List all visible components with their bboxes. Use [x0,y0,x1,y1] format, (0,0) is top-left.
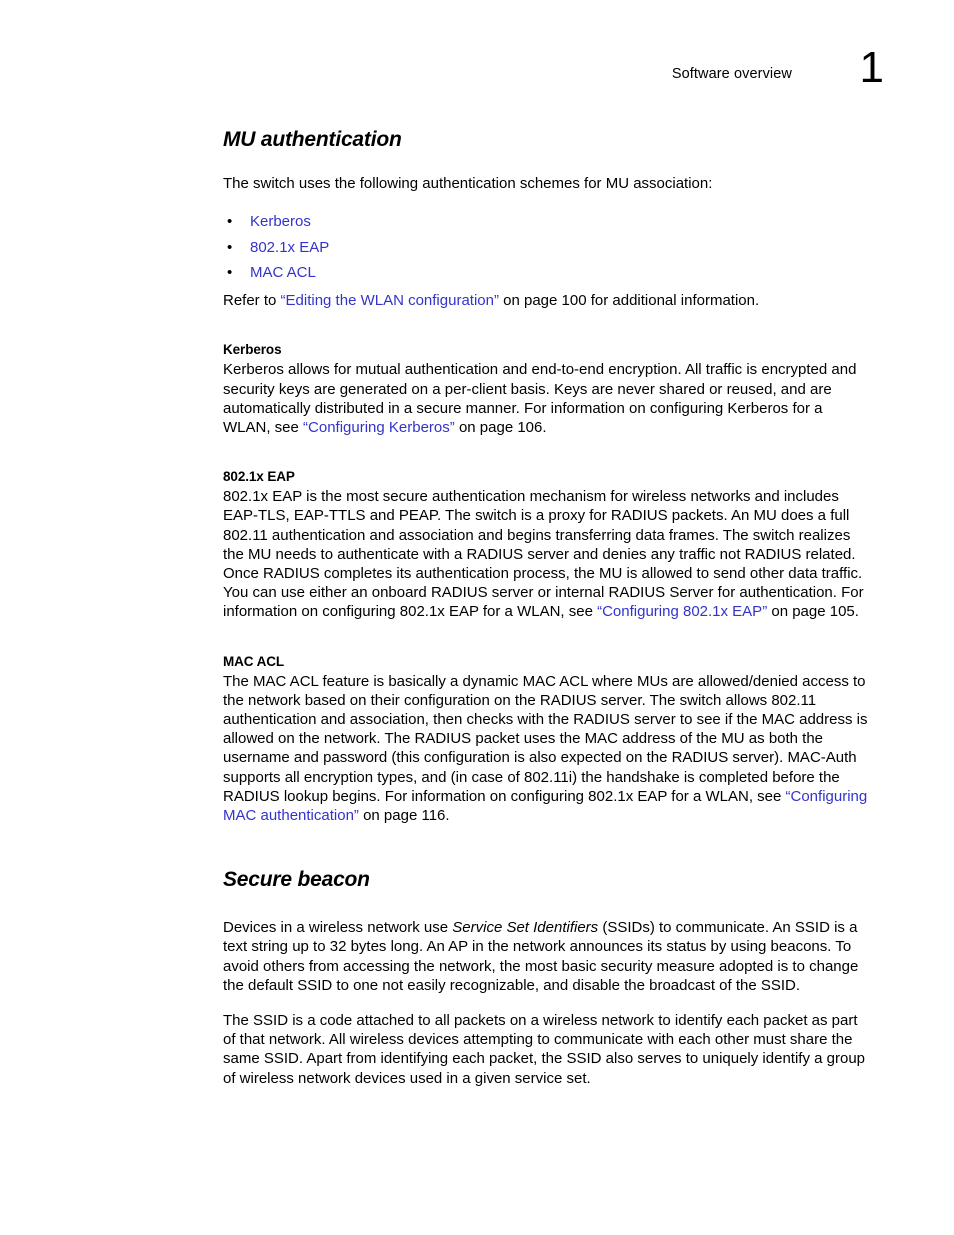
link-configuring-kerberos[interactable]: “Configuring Kerberos” [303,419,455,436]
page-header: Software overview 1 [0,46,954,110]
link-kerberos[interactable]: Kerberos [250,213,311,230]
header-title: Software overview [671,66,792,82]
list-item: • MAC ACL [223,263,871,282]
sub-heading-kerberos: Kerberos [223,342,282,358]
mac-acl-body: The MAC ACL feature is basically a dynam… [223,672,871,826]
secure-beacon-paragraph-2: The SSID is a code attached to all packe… [223,1012,866,1087]
mac-acl-body-prefix: The MAC ACL feature is basically a dynam… [223,672,868,805]
link-mac-acl[interactable]: MAC ACL [250,264,316,281]
page-content: MU authentication The switch uses the fo… [223,128,871,1088]
list-item: • 802.1x EAP [223,238,871,257]
document-page: Software overview 1 MU authentication Th… [0,0,954,1235]
kerberos-body: Kerberos allows for mutual authenticatio… [223,360,871,437]
mac-acl-body-suffix: on page 116. [358,807,450,825]
eap-body-suffix: on page 105. [767,603,859,621]
link-8021x-eap[interactable]: 802.1x EAP [250,239,329,256]
bullet-icon: • [227,213,233,231]
link-editing-the-wlan-configuration[interactable]: “Editing the WLAN configuration” [281,292,499,309]
secure-beacon-paragraph-1: Devices in a wireless network use Servic… [223,918,871,995]
secure-beacon-p1-part1: Devices in a wireless network use [223,919,453,937]
link-configuring-8021x-eap[interactable]: “Configuring 802.1x EAP” [597,603,767,620]
mu-authentication-link-list: • Kerberos • 802.1x EAP • MAC ACL [223,212,871,282]
sub-heading-8021x-eap: 802.1x EAP [223,469,295,485]
refer-to-prefix: Refer to [223,292,281,310]
bullet-icon: • [227,264,233,282]
chapter-number: 1 [859,43,884,92]
kerberos-body-suffix: on page 106. [454,419,547,437]
secure-beacon-italic-term: Service Set Identifiers [452,919,599,937]
eap-body-prefix: 802.1x EAP is the most secure authentica… [223,488,864,621]
bullet-icon: • [227,238,233,256]
refer-to-line: Refer to “Editing the WLAN configuration… [223,291,871,310]
eap-body: 802.1x EAP is the most secure authentica… [223,487,871,621]
section-heading-mu-authentication: MU authentication [223,128,402,151]
section-heading-secure-beacon: Secure beacon [223,868,370,892]
refer-to-suffix: on page 100 for additional information. [498,292,760,310]
mu-authentication-intro: The switch uses the following authentica… [223,175,713,192]
sub-heading-mac-acl: MAC ACL [223,653,285,669]
list-item: • Kerberos [223,212,871,231]
